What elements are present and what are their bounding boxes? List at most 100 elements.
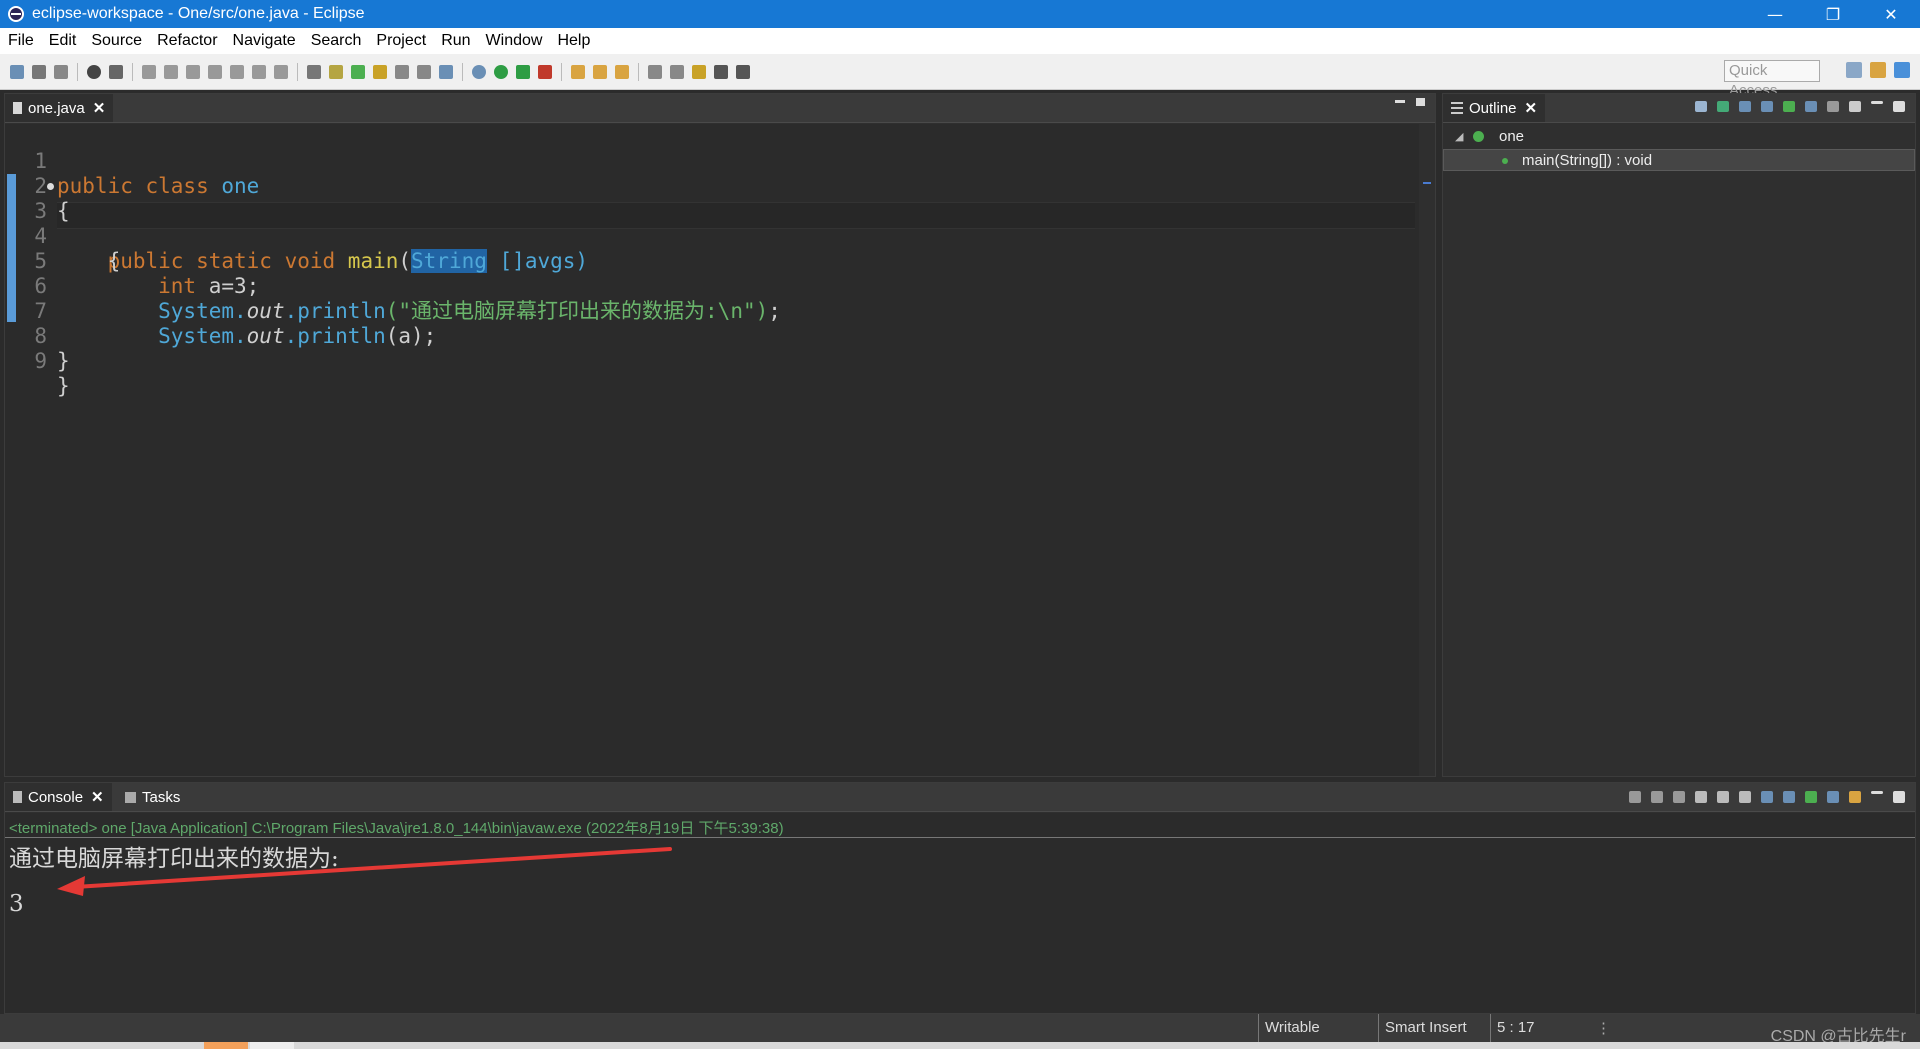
menu-window[interactable]: Window	[486, 32, 543, 50]
editor-vertical-scrollbar[interactable]	[1419, 124, 1435, 776]
new-package-icon[interactable]	[351, 64, 365, 79]
debug-icon[interactable]	[472, 64, 486, 79]
run-icon[interactable]	[494, 64, 508, 79]
back-arrow-icon[interactable]	[714, 64, 728, 79]
menu-search[interactable]: Search	[311, 32, 362, 50]
maximize-panel-icon[interactable]	[1893, 791, 1905, 803]
close-console-icon[interactable]: ✕	[91, 788, 104, 806]
outline-panel: Outline ✕ ◢ one main(String[]) : void	[1442, 93, 1916, 777]
show-on-stderr-icon[interactable]	[1783, 791, 1795, 803]
collapse-all-icon[interactable]	[1695, 101, 1707, 112]
coverage-icon[interactable]	[516, 64, 530, 79]
hide-local-types-icon[interactable]	[1805, 101, 1817, 112]
menu-navigate[interactable]: Navigate	[233, 32, 296, 50]
new-enum-icon[interactable]	[417, 64, 431, 79]
minimize-button[interactable]: —	[1746, 0, 1804, 28]
word-wrap-icon[interactable]	[1739, 791, 1751, 803]
outline-class-name: one	[1499, 128, 1525, 145]
external-tools-icon[interactable]	[538, 64, 552, 79]
new-class-icon[interactable]	[373, 64, 387, 79]
hide-nonpublic-icon[interactable]	[1783, 101, 1795, 112]
code-editor[interactable]: 1 public class one 2 { 3 public static v…	[5, 124, 1435, 776]
remove-launch-icon[interactable]	[1651, 791, 1663, 803]
java-perspective-icon[interactable]	[1894, 62, 1910, 78]
minimize-panel-icon[interactable]	[1871, 101, 1883, 104]
hide-static-icon[interactable]	[1761, 101, 1773, 112]
tree-expand-icon[interactable]: ◢	[1455, 126, 1463, 148]
new-icon[interactable]	[10, 64, 24, 79]
taskbar-item[interactable]	[204, 1042, 248, 1049]
minimize-panel-icon[interactable]	[1395, 100, 1405, 103]
java-file-icon	[13, 102, 22, 114]
occurrence-marker[interactable]	[1423, 182, 1431, 184]
sort-icon[interactable]	[1717, 101, 1729, 112]
code-line-8: 8 }	[5, 299, 81, 373]
menu-refactor[interactable]: Refactor	[157, 32, 217, 50]
hide-fields-icon[interactable]	[1739, 101, 1751, 112]
menu-source[interactable]: Source	[91, 32, 142, 50]
override-marker-icon[interactable]	[47, 183, 54, 190]
toolbar-separator	[297, 62, 298, 81]
menu-project[interactable]: Project	[376, 32, 426, 50]
open-type-icon[interactable]	[329, 64, 343, 79]
save-icon[interactable]	[32, 64, 46, 79]
remove-all-icon[interactable]	[1673, 791, 1685, 803]
clear-console-icon[interactable]	[1695, 791, 1707, 803]
open-project-icon[interactable]	[571, 64, 585, 79]
step-into-icon[interactable]	[230, 64, 244, 79]
open-perspective-icon[interactable]	[1846, 62, 1862, 78]
resume-icon[interactable]	[142, 64, 156, 79]
disconnect-icon[interactable]	[208, 64, 222, 79]
forward-arrow-icon[interactable]	[736, 64, 750, 79]
tab-outline[interactable]: Outline ✕	[1443, 94, 1546, 122]
new-folder-icon[interactable]	[439, 64, 453, 79]
focus-icon[interactable]	[1827, 101, 1839, 112]
minimize-panel-icon[interactable]	[1871, 791, 1883, 794]
close-button[interactable]: ✕	[1862, 0, 1920, 28]
code-line-6: 6 System.out.println("通过电脑屏幕打印出来的数据为:\n"…	[5, 249, 781, 323]
toolbar-separator	[462, 62, 463, 81]
terminate-icon[interactable]	[1629, 791, 1641, 803]
save-all-icon[interactable]	[54, 64, 68, 79]
annotation-prev-icon[interactable]	[670, 64, 684, 79]
open-console-icon[interactable]	[307, 64, 321, 79]
quick-access-field[interactable]: Quick Access	[1724, 60, 1820, 99]
close-outline-icon[interactable]: ✕	[1525, 99, 1538, 117]
maximize-panel-icon[interactable]	[1416, 98, 1425, 106]
tab-one-java[interactable]: one.java ✕	[5, 94, 114, 122]
last-edit-icon[interactable]	[692, 64, 706, 79]
step-return-icon[interactable]	[274, 64, 288, 79]
open-resource-icon[interactable]	[593, 64, 607, 79]
scroll-lock-icon[interactable]	[1717, 791, 1729, 803]
view-menu-icon[interactable]	[1849, 101, 1861, 112]
debug-target-icon[interactable]	[87, 64, 101, 79]
step-over-icon[interactable]	[252, 64, 266, 79]
terminate-icon[interactable]	[186, 64, 200, 79]
tab-console[interactable]: Console ✕	[5, 783, 112, 811]
maximize-panel-icon[interactable]	[1893, 101, 1905, 112]
search-icon[interactable]	[615, 64, 629, 79]
show-on-stdout-icon[interactable]	[1761, 791, 1773, 803]
menu-file[interactable]: File	[8, 32, 34, 50]
pin-console-icon[interactable]	[1805, 791, 1817, 803]
menu-run[interactable]: Run	[441, 32, 470, 50]
skip-breakpoints-icon[interactable]	[109, 64, 123, 79]
open-console-icon[interactable]	[1849, 791, 1861, 803]
outline-class-node[interactable]: ◢ one	[1443, 126, 1915, 148]
menu-edit[interactable]: Edit	[49, 32, 77, 50]
tab-tasks[interactable]: Tasks	[117, 783, 188, 811]
close-tab-icon[interactable]: ✕	[93, 99, 106, 117]
new-interface-icon[interactable]	[395, 64, 409, 79]
class-icon	[1473, 131, 1484, 142]
restore-button[interactable]: ❐	[1804, 0, 1862, 28]
annotation-next-icon[interactable]	[648, 64, 662, 79]
console-tabstrip: Console ✕ Tasks	[5, 783, 1915, 812]
outline-method-node[interactable]: main(String[]) : void	[1443, 149, 1915, 171]
display-console-icon[interactable]	[1827, 791, 1839, 803]
menu-help[interactable]: Help	[557, 32, 590, 50]
console-output-area[interactable]: <terminated> one [Java Application] C:\P…	[5, 813, 1915, 1013]
status-menu-icon[interactable]: ⋮	[1596, 1019, 1611, 1037]
taskbar-item[interactable]	[250, 1042, 294, 1049]
suspend-icon[interactable]	[164, 64, 178, 79]
java-ee-perspective-icon[interactable]	[1870, 62, 1886, 78]
